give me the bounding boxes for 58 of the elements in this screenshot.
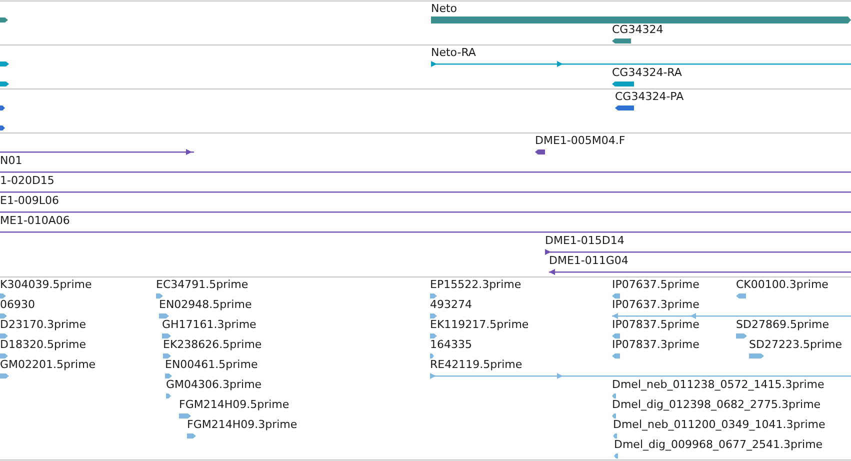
- feature-label: RE42119.5prime: [430, 358, 522, 372]
- feature-label: 164335: [430, 338, 472, 352]
- feature-label: 493274: [430, 298, 472, 312]
- feature-label: 06930: [0, 298, 35, 312]
- feature-label: Neto: [431, 2, 458, 16]
- feature-label: EN02948.5prime: [159, 298, 252, 312]
- feature-line[interactable]: [549, 269, 851, 275]
- feature-block[interactable]: [0, 126, 5, 130]
- feature-label: IP07837.5prime: [612, 318, 700, 332]
- feature-label: D23170.3prime: [0, 318, 86, 332]
- feature-label: GM02201.5prime: [0, 358, 96, 372]
- feature-label: CG34324-PA: [615, 90, 684, 104]
- feature-label: GH17161.3prime: [162, 318, 256, 332]
- feature-label: Dmel_neb_011200_0349_1041.3prime: [613, 418, 826, 432]
- feature-label: 1-020D15: [0, 174, 54, 188]
- feature-label: FGM214H09.3prime: [187, 418, 298, 432]
- feature-block[interactable]: [0, 62, 9, 66]
- feature-label: FGM214H09.5prime: [179, 398, 290, 412]
- feature-label: IP07837.3prime: [612, 338, 700, 352]
- feature-label: EK238626.5prime: [163, 338, 262, 352]
- feature-block[interactable]: [615, 106, 634, 110]
- feature-label: GM04306.3prime: [166, 378, 262, 392]
- feature-line[interactable]: [0, 192, 851, 193]
- feature-label: EK119217.5prime: [430, 318, 529, 332]
- feature-line[interactable]: [0, 232, 851, 233]
- feature-label: CG34324-RA: [612, 66, 682, 80]
- feature-label: N01: [0, 154, 22, 168]
- feature-label: E1-009L06: [0, 194, 60, 208]
- feature-label: Dmel_dig_012398_0682_2775.3prime: [612, 398, 821, 412]
- feature-label: SD27869.5prime: [736, 318, 829, 332]
- feature-line[interactable]: [0, 149, 194, 155]
- feature-label: DME1-015D14: [545, 234, 624, 248]
- feature-line[interactable]: [545, 249, 851, 255]
- feature-block[interactable]: [612, 38, 631, 44]
- feature-label: Neto-RA: [431, 46, 476, 60]
- feature-label: CK00100.3prime: [736, 278, 828, 292]
- feature-line[interactable]: [0, 212, 851, 213]
- feature-label: EP15522.3prime: [430, 278, 522, 292]
- feature-label: ME1-010A06: [0, 214, 70, 228]
- feature-label: EN00461.5prime: [165, 358, 258, 372]
- feature-label: Dmel_dig_009968_0677_2541.3prime: [614, 438, 823, 452]
- feature-label: CG34324: [612, 23, 664, 36]
- feature-block[interactable]: [0, 106, 5, 110]
- feature-line[interactable]: [0, 172, 851, 173]
- feature-label: D18320.5prime: [0, 338, 86, 352]
- feature-line[interactable]: [431, 61, 851, 67]
- feature-label: SD27223.5prime: [749, 338, 842, 352]
- feature-label: IP07637.3prime: [612, 298, 700, 312]
- feature-label: Dmel_neb_011238_0572_1415.3prime: [612, 378, 824, 392]
- feature-label: EC34791.5prime: [156, 278, 248, 292]
- feature-label: IP07637.5prime: [612, 278, 700, 292]
- feature-block[interactable]: [0, 18, 8, 22]
- feature-label: K304039.5prime: [0, 278, 92, 292]
- feature-block[interactable]: [612, 82, 634, 86]
- feature-block[interactable]: [535, 150, 545, 154]
- feature-label: DME1-005M04.F: [535, 134, 626, 148]
- feature-block[interactable]: [0, 82, 9, 86]
- feature-label: DME1-011G04: [549, 254, 628, 268]
